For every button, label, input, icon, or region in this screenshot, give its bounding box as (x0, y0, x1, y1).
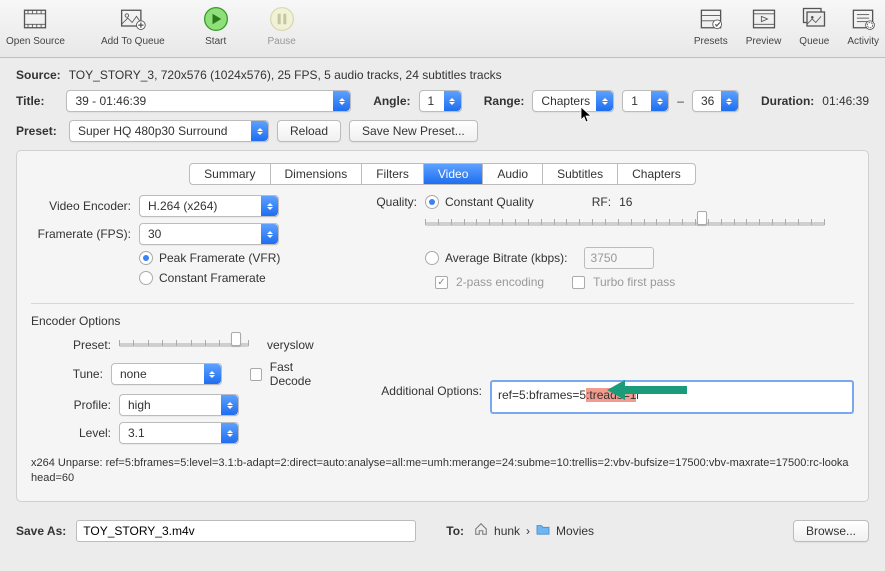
encoder-select[interactable]: H.264 (x264) (139, 195, 279, 217)
to-label: To: (446, 524, 464, 538)
fast-decode-checkbox[interactable] (250, 368, 262, 381)
enc-preset-slider[interactable] (119, 336, 249, 354)
turbo-checkbox (572, 276, 585, 289)
range-type-select[interactable]: Chapters (532, 90, 614, 112)
framerate-label: Framerate (FPS): (31, 227, 131, 241)
radio-dot-icon (139, 251, 153, 265)
browse-button[interactable]: Browse... (793, 520, 869, 542)
additional-options-input[interactable]: ref=5:bframes=5:treads=1 (490, 380, 854, 414)
radio-dot-icon (139, 271, 153, 285)
duration-label: Duration: (761, 94, 814, 108)
toolbar: Open Source Add To Queue Start Pause Pre… (0, 0, 885, 58)
unparse-text: x264 Unparse: ref=5:bframes=5:level=3.1:… (31, 456, 854, 487)
presets-label: Presets (694, 36, 728, 47)
range-from-select[interactable]: 1 (622, 90, 669, 112)
title-label: Title: (16, 94, 58, 108)
addopt-text: ref=5:bframes=5:treads=1 (498, 386, 638, 402)
home-icon (474, 522, 488, 539)
start-label: Start (205, 36, 226, 47)
tab-chapters[interactable]: Chapters (618, 163, 696, 185)
peak-framerate-radio[interactable]: Peak Framerate (VFR) (139, 251, 280, 265)
constant-framerate-radio[interactable]: Constant Framerate (139, 271, 266, 285)
tab-subtitles[interactable]: Subtitles (543, 163, 618, 185)
duration-value: 01:46:39 (822, 94, 869, 108)
quality-slider[interactable] (425, 215, 825, 233)
settings-panel: Summary Dimensions Filters Video Audio S… (16, 150, 869, 502)
enc-preset-label: Preset: (31, 338, 111, 352)
tab-filters[interactable]: Filters (362, 163, 424, 185)
two-pass-label: 2-pass encoding (456, 275, 544, 289)
queue-icon (799, 4, 829, 34)
pause-icon (267, 4, 297, 34)
enc-preset-value: veryslow (267, 338, 314, 352)
preset-select[interactable]: Super HQ 480p30 Surround (69, 120, 269, 142)
source-label: Source: (16, 68, 61, 82)
queue-button[interactable]: Queue (799, 4, 829, 57)
activity-button[interactable]: Activity (847, 4, 879, 57)
source-value: TOY_STORY_3, 720x576 (1024x576), 25 FPS,… (69, 68, 502, 82)
framerate-select[interactable]: 30 (139, 223, 279, 245)
pause-label: Pause (268, 36, 296, 47)
activity-icon (848, 4, 878, 34)
range-to-select[interactable]: 36 (692, 90, 739, 112)
add-to-queue-button[interactable]: Add To Queue (101, 4, 165, 57)
folder-icon (536, 523, 550, 538)
pause-button: Pause (267, 4, 297, 57)
range-label: Range: (484, 94, 525, 108)
preset-label: Preset: (16, 124, 61, 138)
radio-dot-icon (425, 195, 439, 209)
tune-select[interactable]: none (111, 363, 222, 385)
two-pass-checkbox (435, 276, 448, 289)
queue-label: Queue (799, 36, 829, 47)
tune-label: Tune: (31, 367, 103, 381)
presets-button[interactable]: Presets (694, 4, 728, 57)
angle-label: Angle: (373, 94, 410, 108)
tab-video[interactable]: Video (424, 163, 483, 185)
tabs: Summary Dimensions Filters Video Audio S… (31, 163, 854, 185)
reload-button[interactable]: Reload (277, 120, 341, 142)
profile-select[interactable]: high (119, 394, 239, 416)
avg-bitrate-radio[interactable]: Average Bitrate (kbps): (425, 251, 568, 265)
image-add-icon (118, 4, 148, 34)
profile-label: Profile: (31, 398, 111, 412)
tab-dimensions[interactable]: Dimensions (271, 163, 363, 185)
add-to-queue-label: Add To Queue (101, 36, 165, 47)
open-source-button[interactable]: Open Source (6, 4, 65, 57)
bitrate-input: 3750 (584, 247, 654, 269)
encoder-label: Video Encoder: (31, 199, 131, 213)
preview-button[interactable]: Preview (746, 4, 782, 57)
preview-icon (749, 4, 779, 34)
turbo-label: Turbo first pass (593, 275, 675, 289)
range-sep: – (677, 94, 684, 108)
addopt-label: Additional Options: (367, 380, 482, 398)
breadcrumb: hunk › Movies (474, 522, 594, 539)
save-new-preset-button[interactable]: Save New Preset... (349, 120, 478, 142)
fast-decode-label: Fast Decode (270, 360, 331, 388)
title-select[interactable]: 39 - 01:46:39 (66, 90, 351, 112)
rf-label: RF: (592, 195, 611, 209)
saveas-input[interactable] (76, 520, 416, 542)
play-icon (201, 4, 231, 34)
encoder-options-title: Encoder Options (31, 314, 854, 328)
saveas-label: Save As: (16, 524, 66, 538)
film-icon (20, 4, 50, 34)
rf-value: 16 (619, 195, 632, 209)
activity-label: Activity (847, 36, 879, 47)
angle-select[interactable]: 1 (419, 90, 462, 112)
radio-dot-icon (425, 251, 439, 265)
presets-icon (696, 4, 726, 34)
level-select[interactable]: 3.1 (119, 422, 239, 444)
preview-label: Preview (746, 36, 782, 47)
level-label: Level: (31, 426, 111, 440)
tab-audio[interactable]: Audio (483, 163, 543, 185)
constant-quality-radio[interactable]: Constant Quality (425, 195, 534, 209)
open-source-label: Open Source (6, 36, 65, 47)
quality-label: Quality: (367, 195, 417, 209)
tab-summary[interactable]: Summary (189, 163, 270, 185)
start-button[interactable]: Start (201, 4, 231, 57)
